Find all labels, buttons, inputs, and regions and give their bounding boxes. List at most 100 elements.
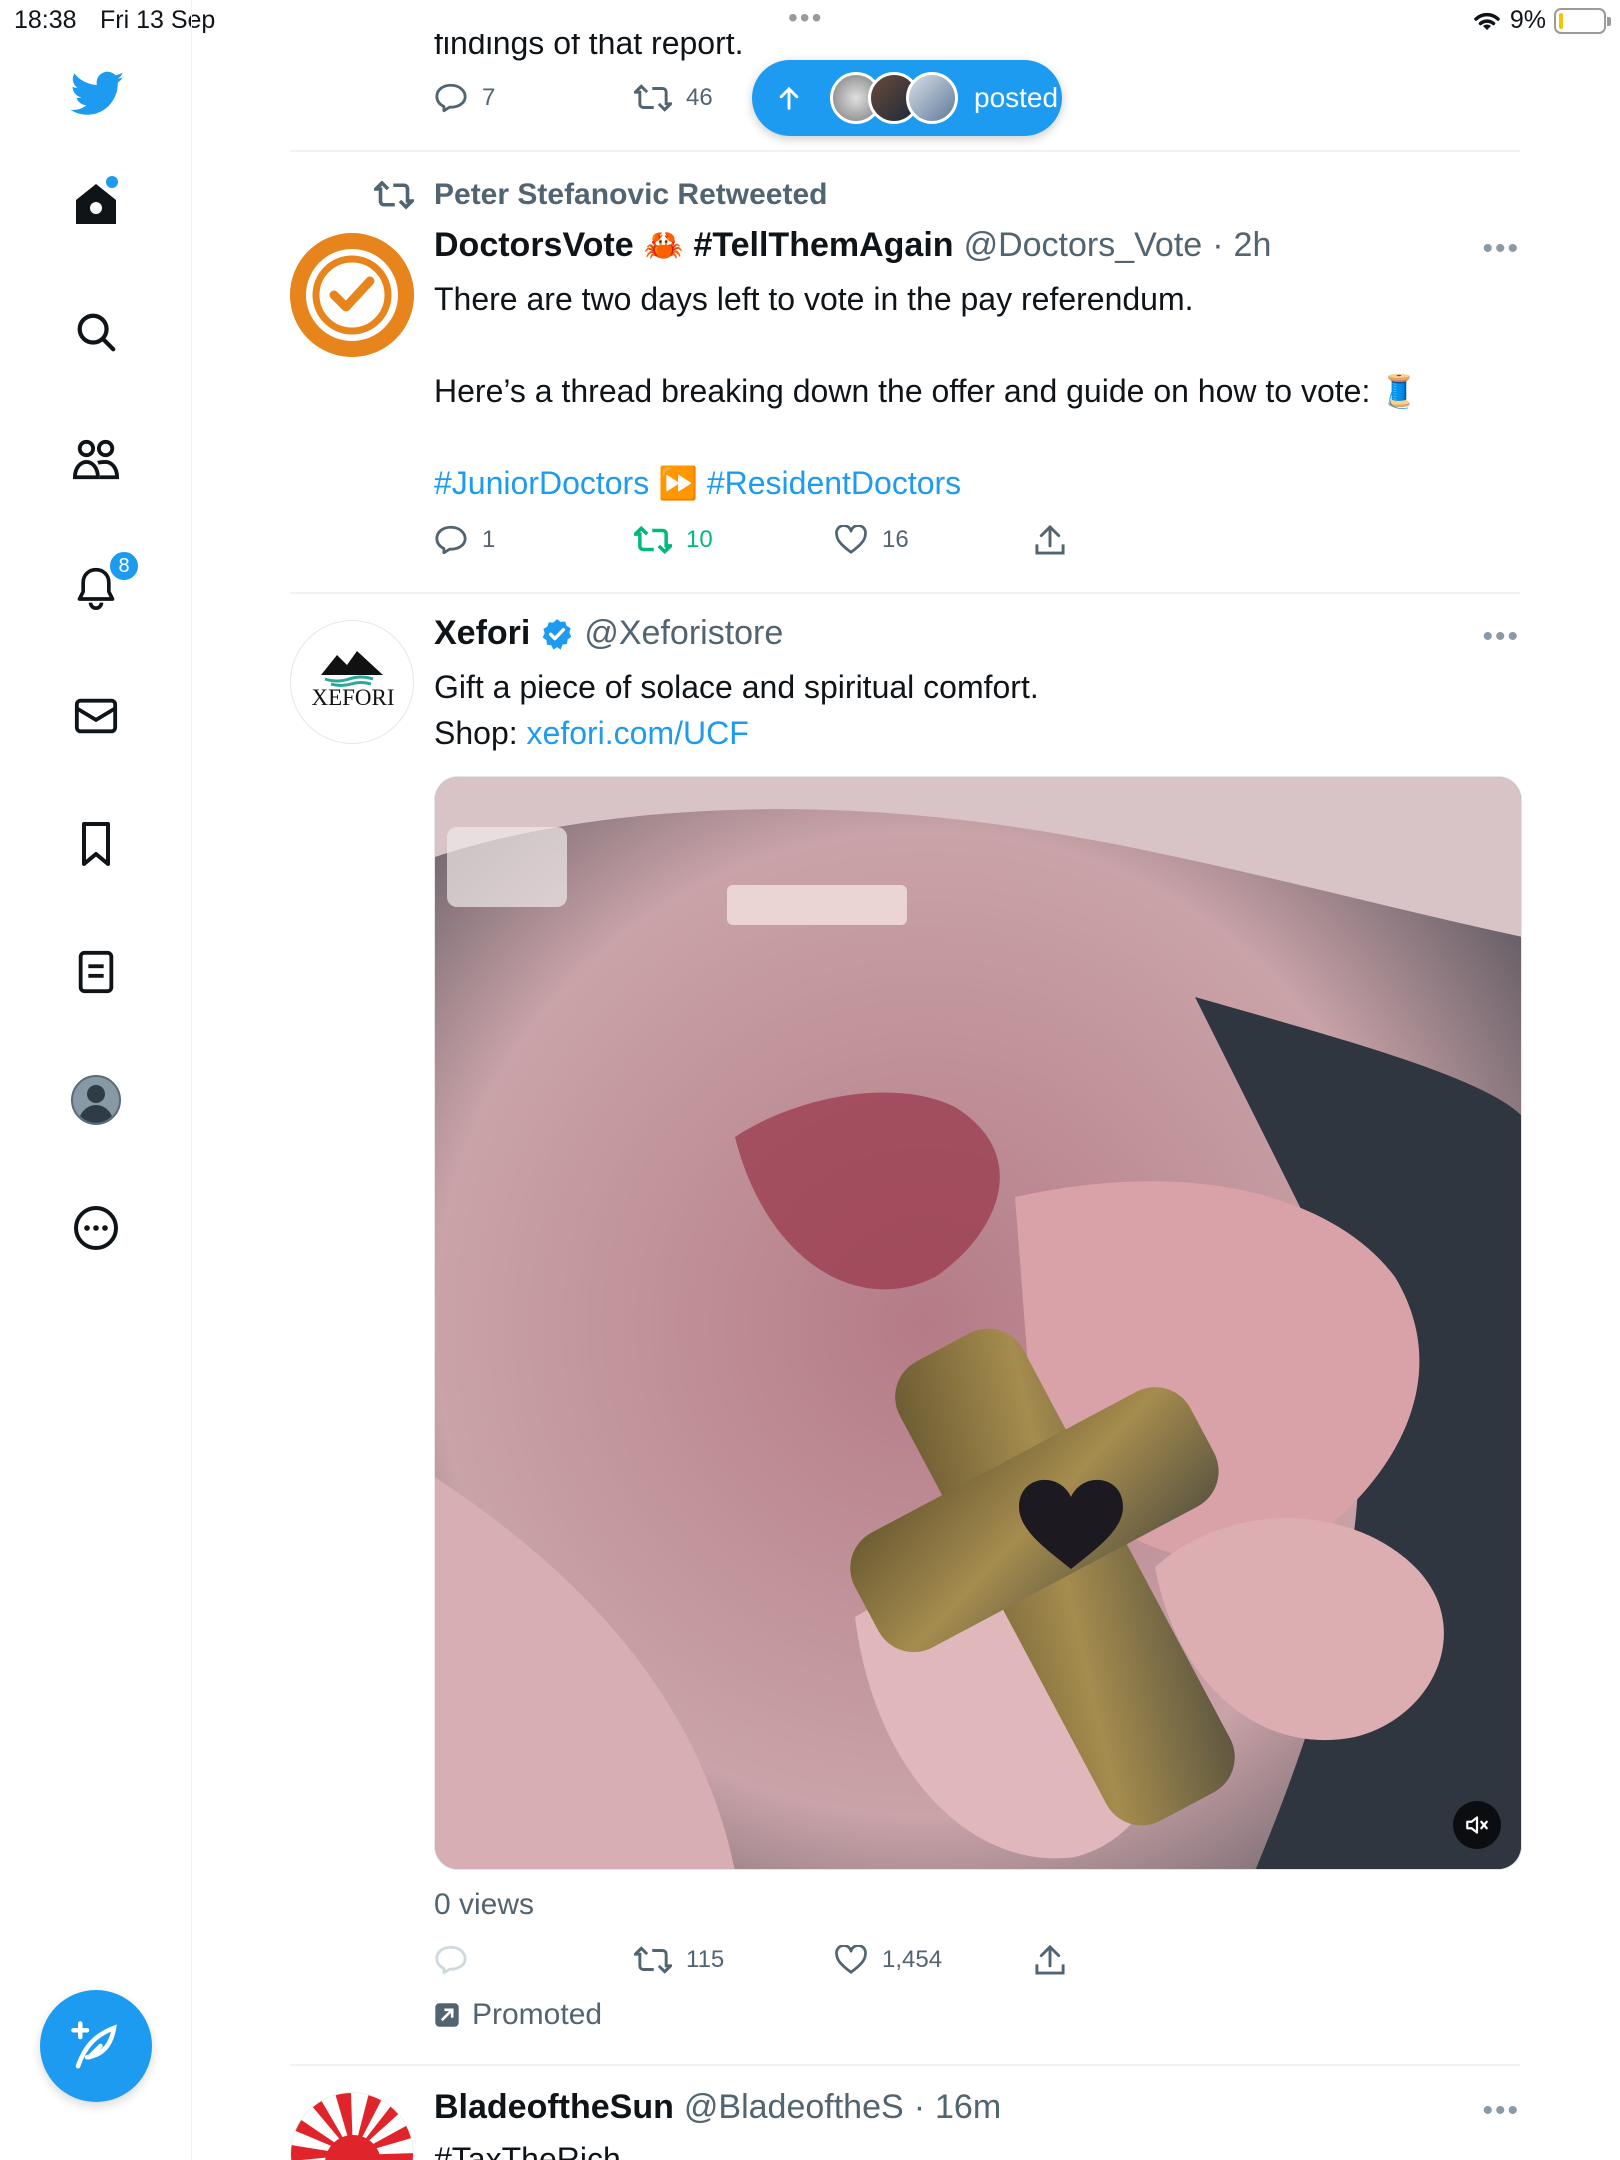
checkmark-logo-icon bbox=[290, 233, 414, 357]
fast-forward-emoji: ⏩ bbox=[658, 465, 698, 501]
author-name[interactable]: DoctorsVote bbox=[434, 226, 634, 265]
new-content-dot bbox=[106, 176, 118, 188]
thread-emoji: 🧵 bbox=[1379, 373, 1420, 409]
author-name[interactable]: Xefori bbox=[434, 614, 530, 653]
sidebar-item-notifications[interactable]: 8 bbox=[68, 550, 140, 616]
hashtag-line: #JuniorDoctors ⏩ #ResidentDoctors bbox=[434, 460, 1494, 506]
tweet-line: Here’s a thread breaking down the offer … bbox=[434, 373, 1371, 409]
bladeofthesun-avatar[interactable] bbox=[290, 2092, 414, 2160]
author-name[interactable]: BladeoftheSun bbox=[434, 2088, 674, 2127]
poster-avatar bbox=[906, 72, 958, 124]
separator-dot: · bbox=[1212, 226, 1224, 264]
shop-line: Shop: xefori.com/UCF bbox=[434, 710, 1494, 756]
tweet-text: There are two days left to vote in the p… bbox=[434, 276, 1494, 506]
promoted-icon bbox=[435, 2003, 459, 2027]
author-handle[interactable]: @Xeforistore bbox=[584, 614, 783, 653]
sidebar-item-communities[interactable] bbox=[68, 432, 124, 488]
sidebar: 8 bbox=[0, 0, 192, 2160]
share-icon bbox=[1035, 524, 1065, 555]
promoted-label: Promoted bbox=[472, 1998, 603, 2031]
twitter-logo-icon[interactable] bbox=[66, 62, 130, 126]
sidebar-item-bookmarks[interactable] bbox=[68, 816, 124, 872]
crab-emoji: 🦀 bbox=[643, 227, 684, 263]
xefori-avatar[interactable]: XEFORI bbox=[290, 620, 414, 744]
retweet-button[interactable]: 10 bbox=[634, 525, 834, 555]
tweet-header: DoctorsVote 🦀 #TellThemAgain @Doctors_Vo… bbox=[434, 226, 1271, 265]
reply-button[interactable] bbox=[434, 1944, 634, 1976]
share-button[interactable] bbox=[1034, 524, 1066, 556]
share-button[interactable] bbox=[1034, 1944, 1066, 1976]
promoted-row[interactable]: Promoted bbox=[434, 1998, 602, 2032]
posted-label: posted bbox=[974, 82, 1059, 113]
more-options-icon[interactable]: ••• bbox=[1482, 2094, 1520, 2128]
like-button[interactable]: 16 bbox=[834, 525, 1034, 555]
tweet-actions: 115 1,454 bbox=[434, 1944, 1066, 1976]
tweet-time[interactable]: 16m bbox=[935, 2088, 1001, 2127]
more-circle-icon bbox=[74, 1206, 118, 1250]
retweet-icon bbox=[634, 1946, 672, 1974]
sidebar-item-profile[interactable] bbox=[68, 1072, 124, 1128]
doctorsvote-avatar[interactable] bbox=[290, 233, 414, 357]
hashtag-link[interactable]: #ResidentDoctors bbox=[707, 465, 961, 501]
compose-tweet-button[interactable] bbox=[40, 1990, 152, 2102]
new-posts-pill[interactable]: posted bbox=[752, 60, 1062, 136]
search-icon bbox=[77, 313, 116, 352]
bookmark-icon bbox=[82, 822, 110, 866]
sidebar-item-lists[interactable] bbox=[68, 944, 124, 1000]
shop-link[interactable]: xefori.com/UCF bbox=[527, 715, 749, 751]
reply-count: 1 bbox=[482, 526, 496, 553]
sidebar-item-home[interactable] bbox=[68, 176, 124, 232]
tweet-line: There are two days left to vote in the p… bbox=[434, 281, 1194, 317]
heart-icon bbox=[835, 1945, 867, 1974]
tweet-text: Gift a piece of solace and spiritual com… bbox=[434, 664, 1494, 756]
retweet-icon bbox=[634, 84, 672, 112]
shop-label: Shop: bbox=[434, 715, 527, 751]
sidebar-item-messages[interactable] bbox=[68, 688, 124, 744]
verified-badge-icon bbox=[543, 618, 572, 650]
reply-count: 7 bbox=[482, 84, 496, 111]
tweet-line-thread: Here’s a thread breaking down the offer … bbox=[434, 368, 1494, 414]
retweeted-by-label[interactable]: Peter Stefanovic Retweeted bbox=[434, 178, 827, 212]
profile-icon bbox=[71, 1075, 121, 1125]
like-count: 16 bbox=[882, 526, 909, 553]
feather-plus-icon bbox=[71, 2021, 117, 2069]
reply-icon bbox=[435, 1945, 467, 1975]
tweet-line: Gift a piece of solace and spiritual com… bbox=[434, 669, 1039, 705]
author-handle[interactable]: @BladeoftheS bbox=[684, 2088, 904, 2127]
more-options-icon[interactable]: ••• bbox=[1482, 232, 1520, 266]
video-player[interactable] bbox=[434, 776, 1522, 1870]
like-button[interactable]: 1,454 bbox=[834, 1945, 1034, 1975]
envelope-icon bbox=[74, 698, 118, 734]
status-right: 9% bbox=[1472, 6, 1611, 35]
list-icon bbox=[78, 950, 114, 994]
reply-icon bbox=[435, 83, 467, 113]
tweet-header: Xefori @Xeforistore bbox=[434, 614, 783, 653]
hashtag-link[interactable]: #TaxTheRich bbox=[434, 2136, 621, 2160]
battery-percent: 9% bbox=[1509, 6, 1546, 34]
mute-button[interactable] bbox=[1453, 1801, 1501, 1849]
separator-dot: · bbox=[913, 2088, 926, 2126]
more-options-icon[interactable]: ••• bbox=[1482, 620, 1520, 654]
share-icon bbox=[1035, 1944, 1065, 1975]
communities-icon bbox=[72, 439, 120, 480]
reply-button[interactable]: 1 bbox=[434, 524, 634, 556]
like-count: 1,454 bbox=[882, 1946, 943, 1973]
battery-icon bbox=[1554, 7, 1611, 34]
divider bbox=[290, 2064, 1520, 2066]
status-bar: 18:38 Fri 13 Sep ••• 9% bbox=[0, 0, 1620, 40]
retweet-button[interactable]: 115 bbox=[634, 1945, 834, 1975]
tweet-time[interactable]: 2h bbox=[1234, 226, 1272, 265]
retweet-count: 115 bbox=[686, 1946, 725, 1973]
reply-icon bbox=[435, 525, 467, 555]
retweet-count: 46 bbox=[686, 84, 713, 111]
author-handle[interactable]: @Doctors_Vote bbox=[964, 226, 1203, 265]
sidebar-item-explore[interactable] bbox=[68, 304, 124, 360]
sidebar-item-more[interactable] bbox=[68, 1200, 124, 1256]
retweet-icon bbox=[634, 525, 672, 555]
tweet-header: BladeoftheSun @BladeoftheS · 16m bbox=[434, 2088, 1001, 2127]
multitask-dots-icon[interactable]: ••• bbox=[788, 2, 823, 34]
reply-button[interactable]: 7 bbox=[434, 82, 634, 114]
xefori-logo-icon bbox=[321, 651, 383, 687]
hashtag-link[interactable]: #JuniorDoctors bbox=[434, 465, 649, 501]
notification-badge: 8 bbox=[108, 550, 140, 582]
